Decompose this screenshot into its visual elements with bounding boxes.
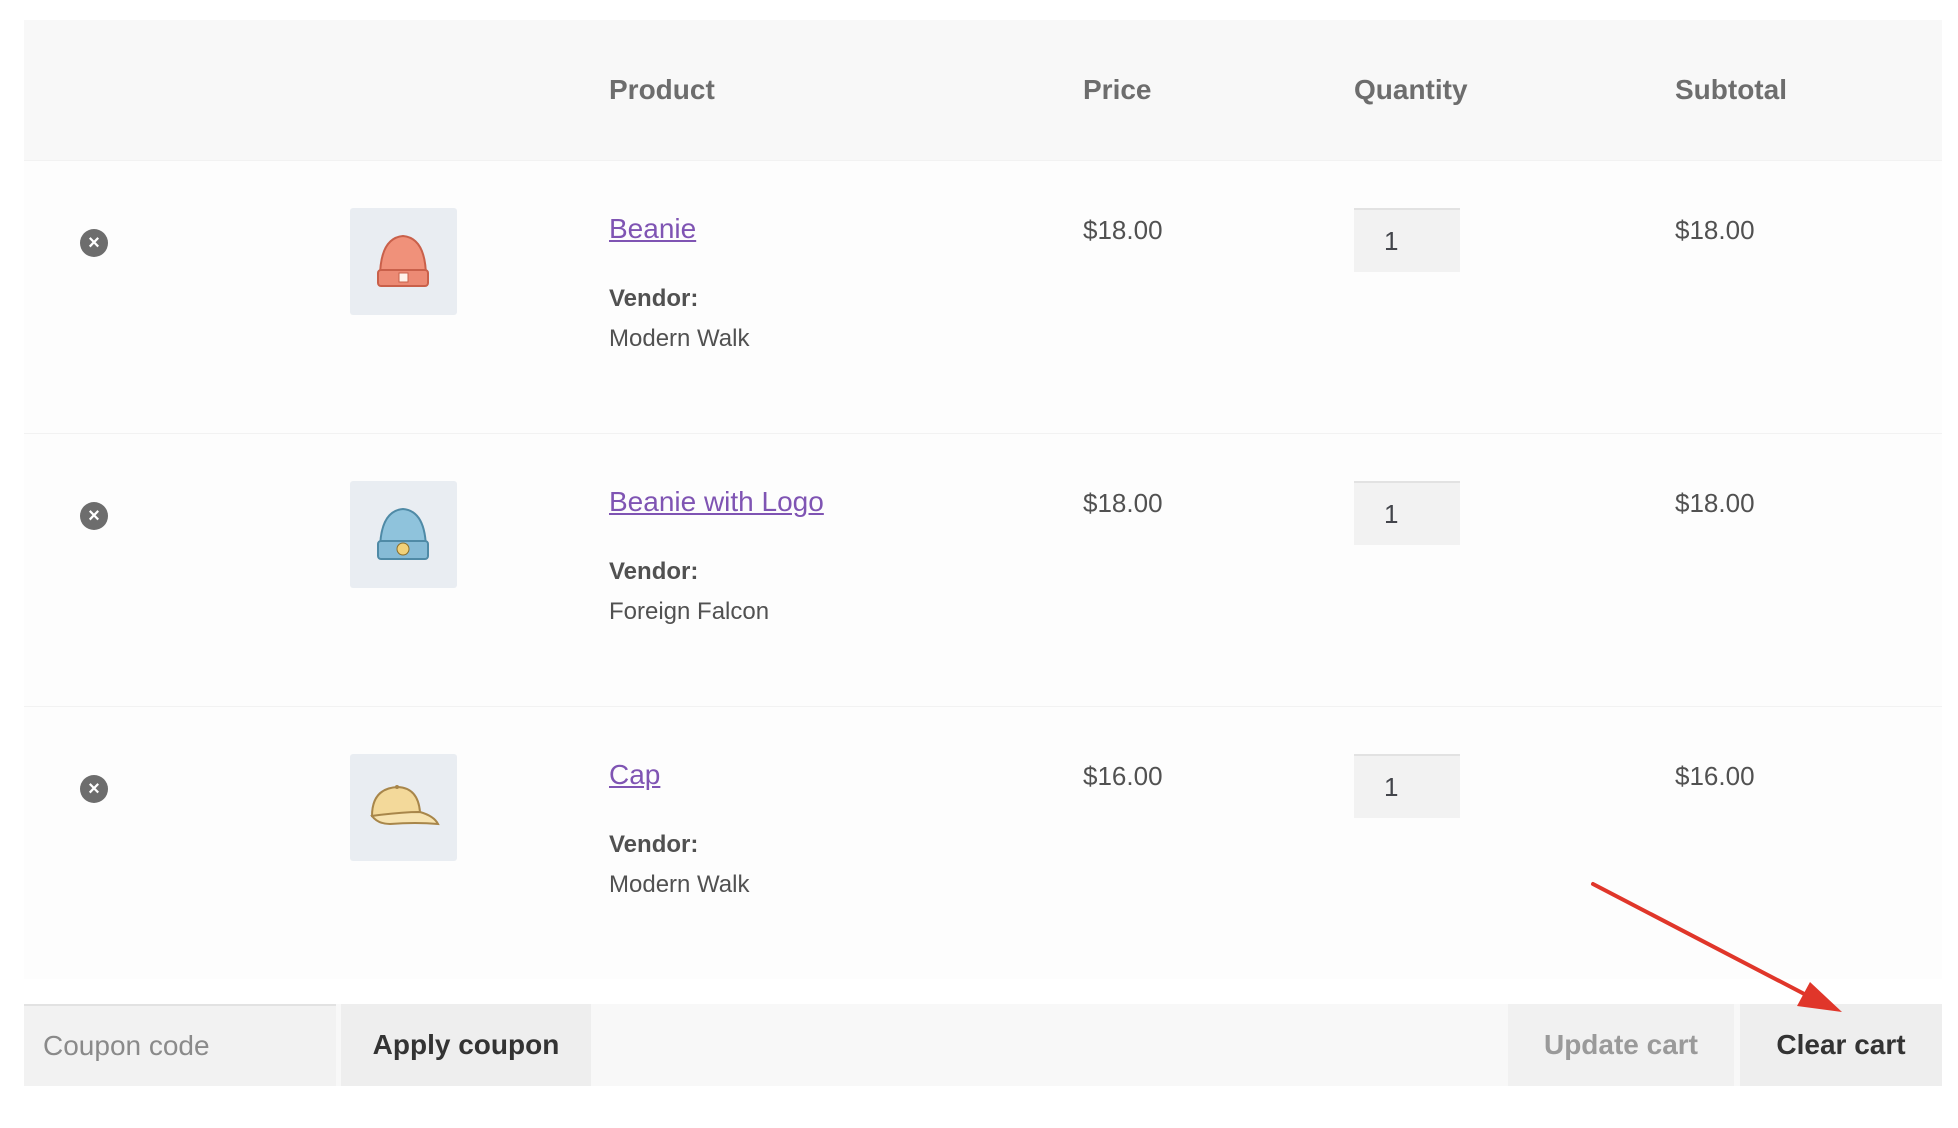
quantity-input[interactable] bbox=[1354, 208, 1460, 272]
quantity-input[interactable] bbox=[1354, 481, 1460, 545]
vendor-label: Vendor: bbox=[609, 831, 699, 858]
quantity-input[interactable] bbox=[1354, 754, 1460, 818]
vendor-label: Vendor: bbox=[609, 285, 699, 312]
vendor-label: Vendor: bbox=[609, 558, 699, 585]
header-price: Price bbox=[1083, 74, 1152, 105]
vendor-name: Modern Walk bbox=[609, 871, 750, 898]
update-cart-button[interactable]: Update cart bbox=[1508, 1004, 1734, 1086]
product-thumbnail-beanie-with-logo[interactable] bbox=[350, 481, 457, 588]
remove-item-icon[interactable]: × bbox=[80, 502, 108, 530]
product-price: $16.00 bbox=[1083, 761, 1163, 791]
cart-actions-bar: Apply coupon Update cart Clear cart bbox=[24, 1004, 1942, 1086]
remove-item-icon[interactable]: × bbox=[80, 229, 108, 257]
product-link-cap[interactable]: Cap bbox=[609, 759, 660, 791]
product-subtotal: $18.00 bbox=[1675, 215, 1755, 245]
product-price: $18.00 bbox=[1083, 215, 1163, 245]
product-link-beanie[interactable]: Beanie bbox=[609, 213, 696, 245]
vendor-name: Modern Walk bbox=[609, 325, 750, 352]
coupon-code-input[interactable] bbox=[24, 1004, 336, 1086]
remove-item-icon[interactable]: × bbox=[80, 775, 108, 803]
table-row: × Beanie Vendor: Modern Walk $18.00 $18.… bbox=[24, 160, 1942, 433]
apply-coupon-button[interactable]: Apply coupon bbox=[341, 1004, 591, 1086]
product-link-beanie-with-logo[interactable]: Beanie with Logo bbox=[609, 486, 824, 518]
cart-table: Product Price Quantity Subtotal × Beanie… bbox=[24, 20, 1942, 979]
table-row: × Beanie with Logo Vendor: Foreign Falco… bbox=[24, 433, 1942, 706]
product-thumbnail-beanie[interactable] bbox=[350, 208, 457, 315]
table-row: × Cap Vendor: Modern Walk $16.00 $16.00 bbox=[24, 706, 1942, 979]
header-quantity: Quantity bbox=[1354, 74, 1468, 105]
product-price: $18.00 bbox=[1083, 488, 1163, 518]
product-subtotal: $16.00 bbox=[1675, 761, 1755, 791]
vendor-name: Foreign Falcon bbox=[609, 598, 770, 625]
header-subtotal: Subtotal bbox=[1675, 74, 1787, 105]
table-header: Product Price Quantity Subtotal bbox=[24, 20, 1942, 160]
clear-cart-button[interactable]: Clear cart bbox=[1740, 1004, 1942, 1086]
product-subtotal: $18.00 bbox=[1675, 488, 1755, 518]
product-thumbnail-cap[interactable] bbox=[350, 754, 457, 861]
header-product: Product bbox=[609, 74, 715, 105]
